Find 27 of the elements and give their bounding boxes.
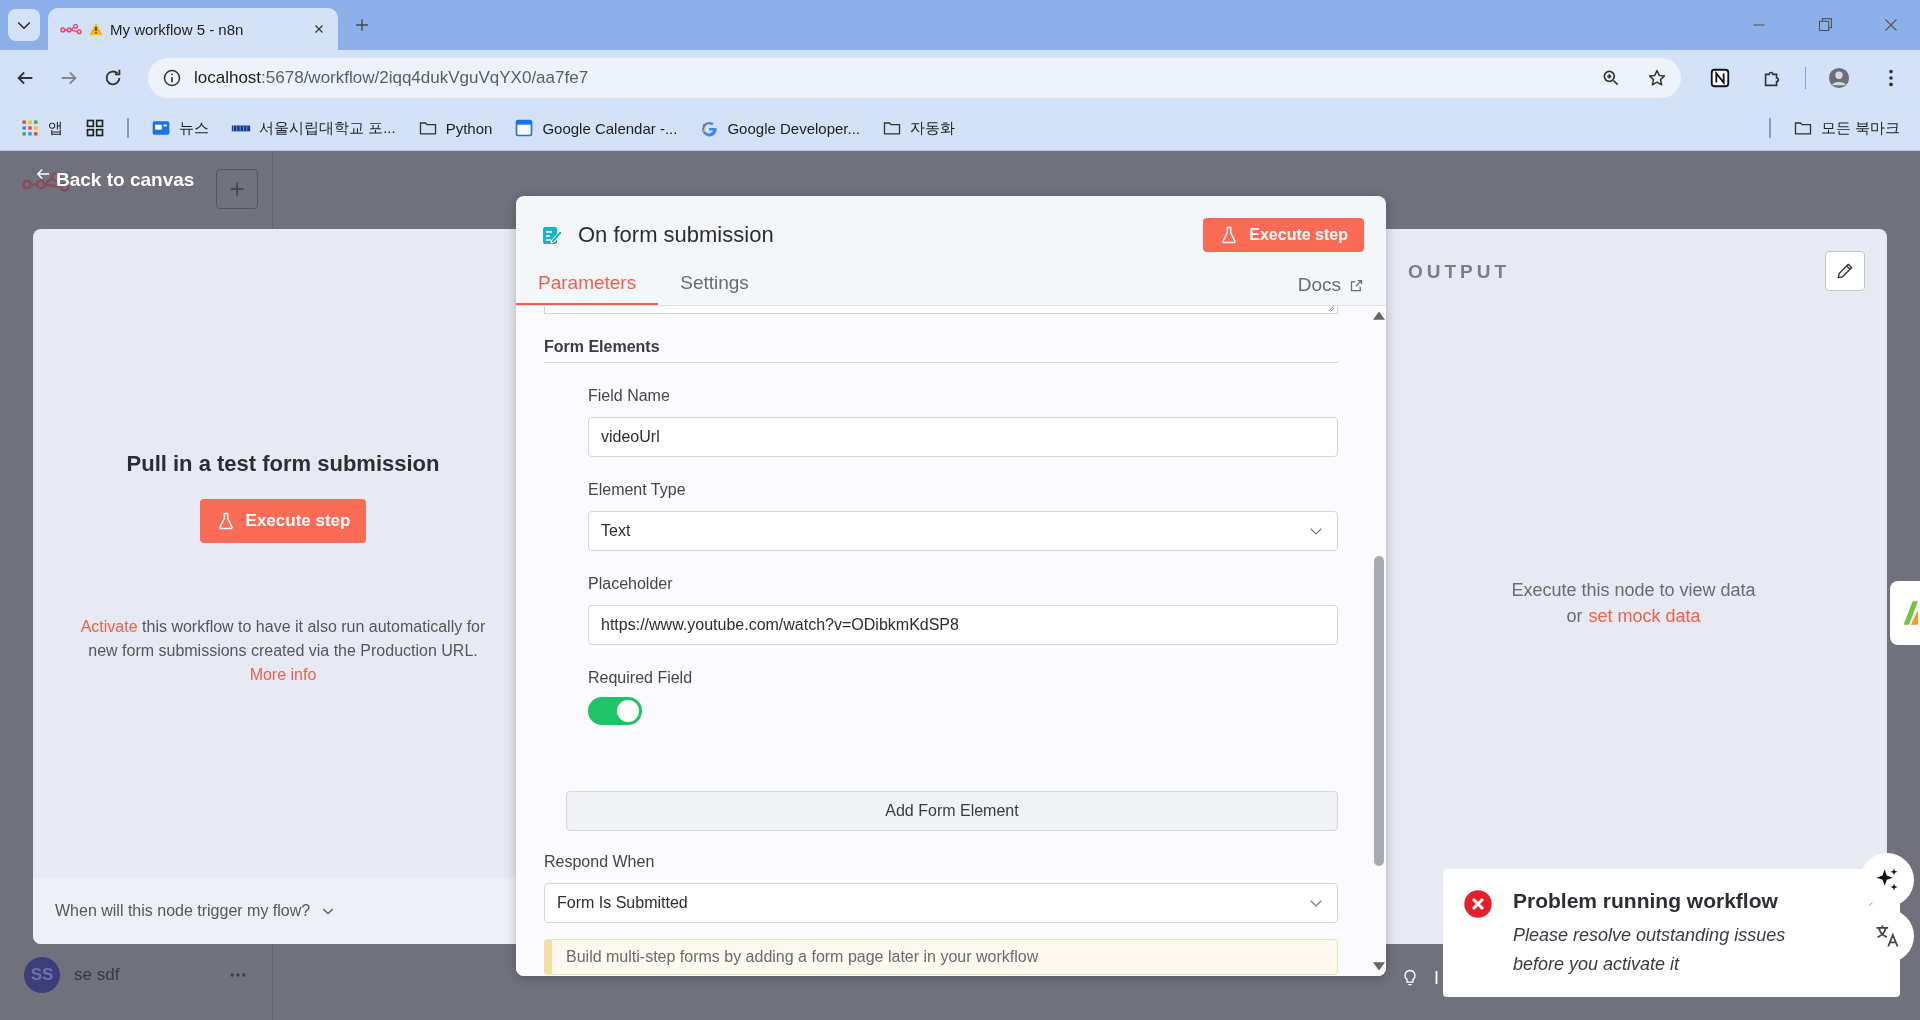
node-title: On form submission xyxy=(578,222,774,248)
field-label: Required Field xyxy=(588,669,694,687)
toast-title: Problem running workflow xyxy=(1513,889,1779,913)
bookmark-label: Google Developer... xyxy=(727,119,861,137)
bookmark-label: Google Calendar -... xyxy=(542,119,678,137)
section-heading: Form Elements xyxy=(544,314,1338,363)
empty-message: Execute this node to view data xyxy=(1511,578,1756,602)
bookmark-label: 모든 북마크 xyxy=(1820,118,1900,138)
field-label: Respond When xyxy=(544,853,656,871)
bookmark-label: 앱 xyxy=(48,118,63,138)
user-name: se sdf xyxy=(74,965,121,985)
bookmark-label: Python xyxy=(445,119,493,137)
field-label: Placeholder xyxy=(588,575,674,593)
hint-text: I xyxy=(1434,967,1439,989)
toast-message: Please resolve outstanding issues before you activate it xyxy=(1513,924,1787,976)
url-text: localhost:5678/workflow/2iqq4dukVguVqYX0/aa7fe7 xyxy=(194,68,589,88)
panel-heading: Pull in a test form submission xyxy=(126,450,440,477)
or-text: or xyxy=(1566,604,1583,628)
tab-title: My workflow 5 - n8n xyxy=(110,20,245,38)
bookmark-label: 서울시립대학교 포... xyxy=(259,118,396,138)
field-label: Element Type xyxy=(588,481,687,499)
bookmark-label: 자동화 xyxy=(910,118,956,138)
activation-note: Activate this workflow to have it also run automatically for new form submissions created via the Production URL. More info xyxy=(79,616,487,685)
info-notice: Build multi-step forms by adding a form page later in your workflow xyxy=(544,939,1338,975)
field-label: Field Name xyxy=(588,387,671,405)
panel-title: OUTPUT xyxy=(1408,261,1511,283)
bookmark-label: 뉴스 xyxy=(179,118,209,138)
